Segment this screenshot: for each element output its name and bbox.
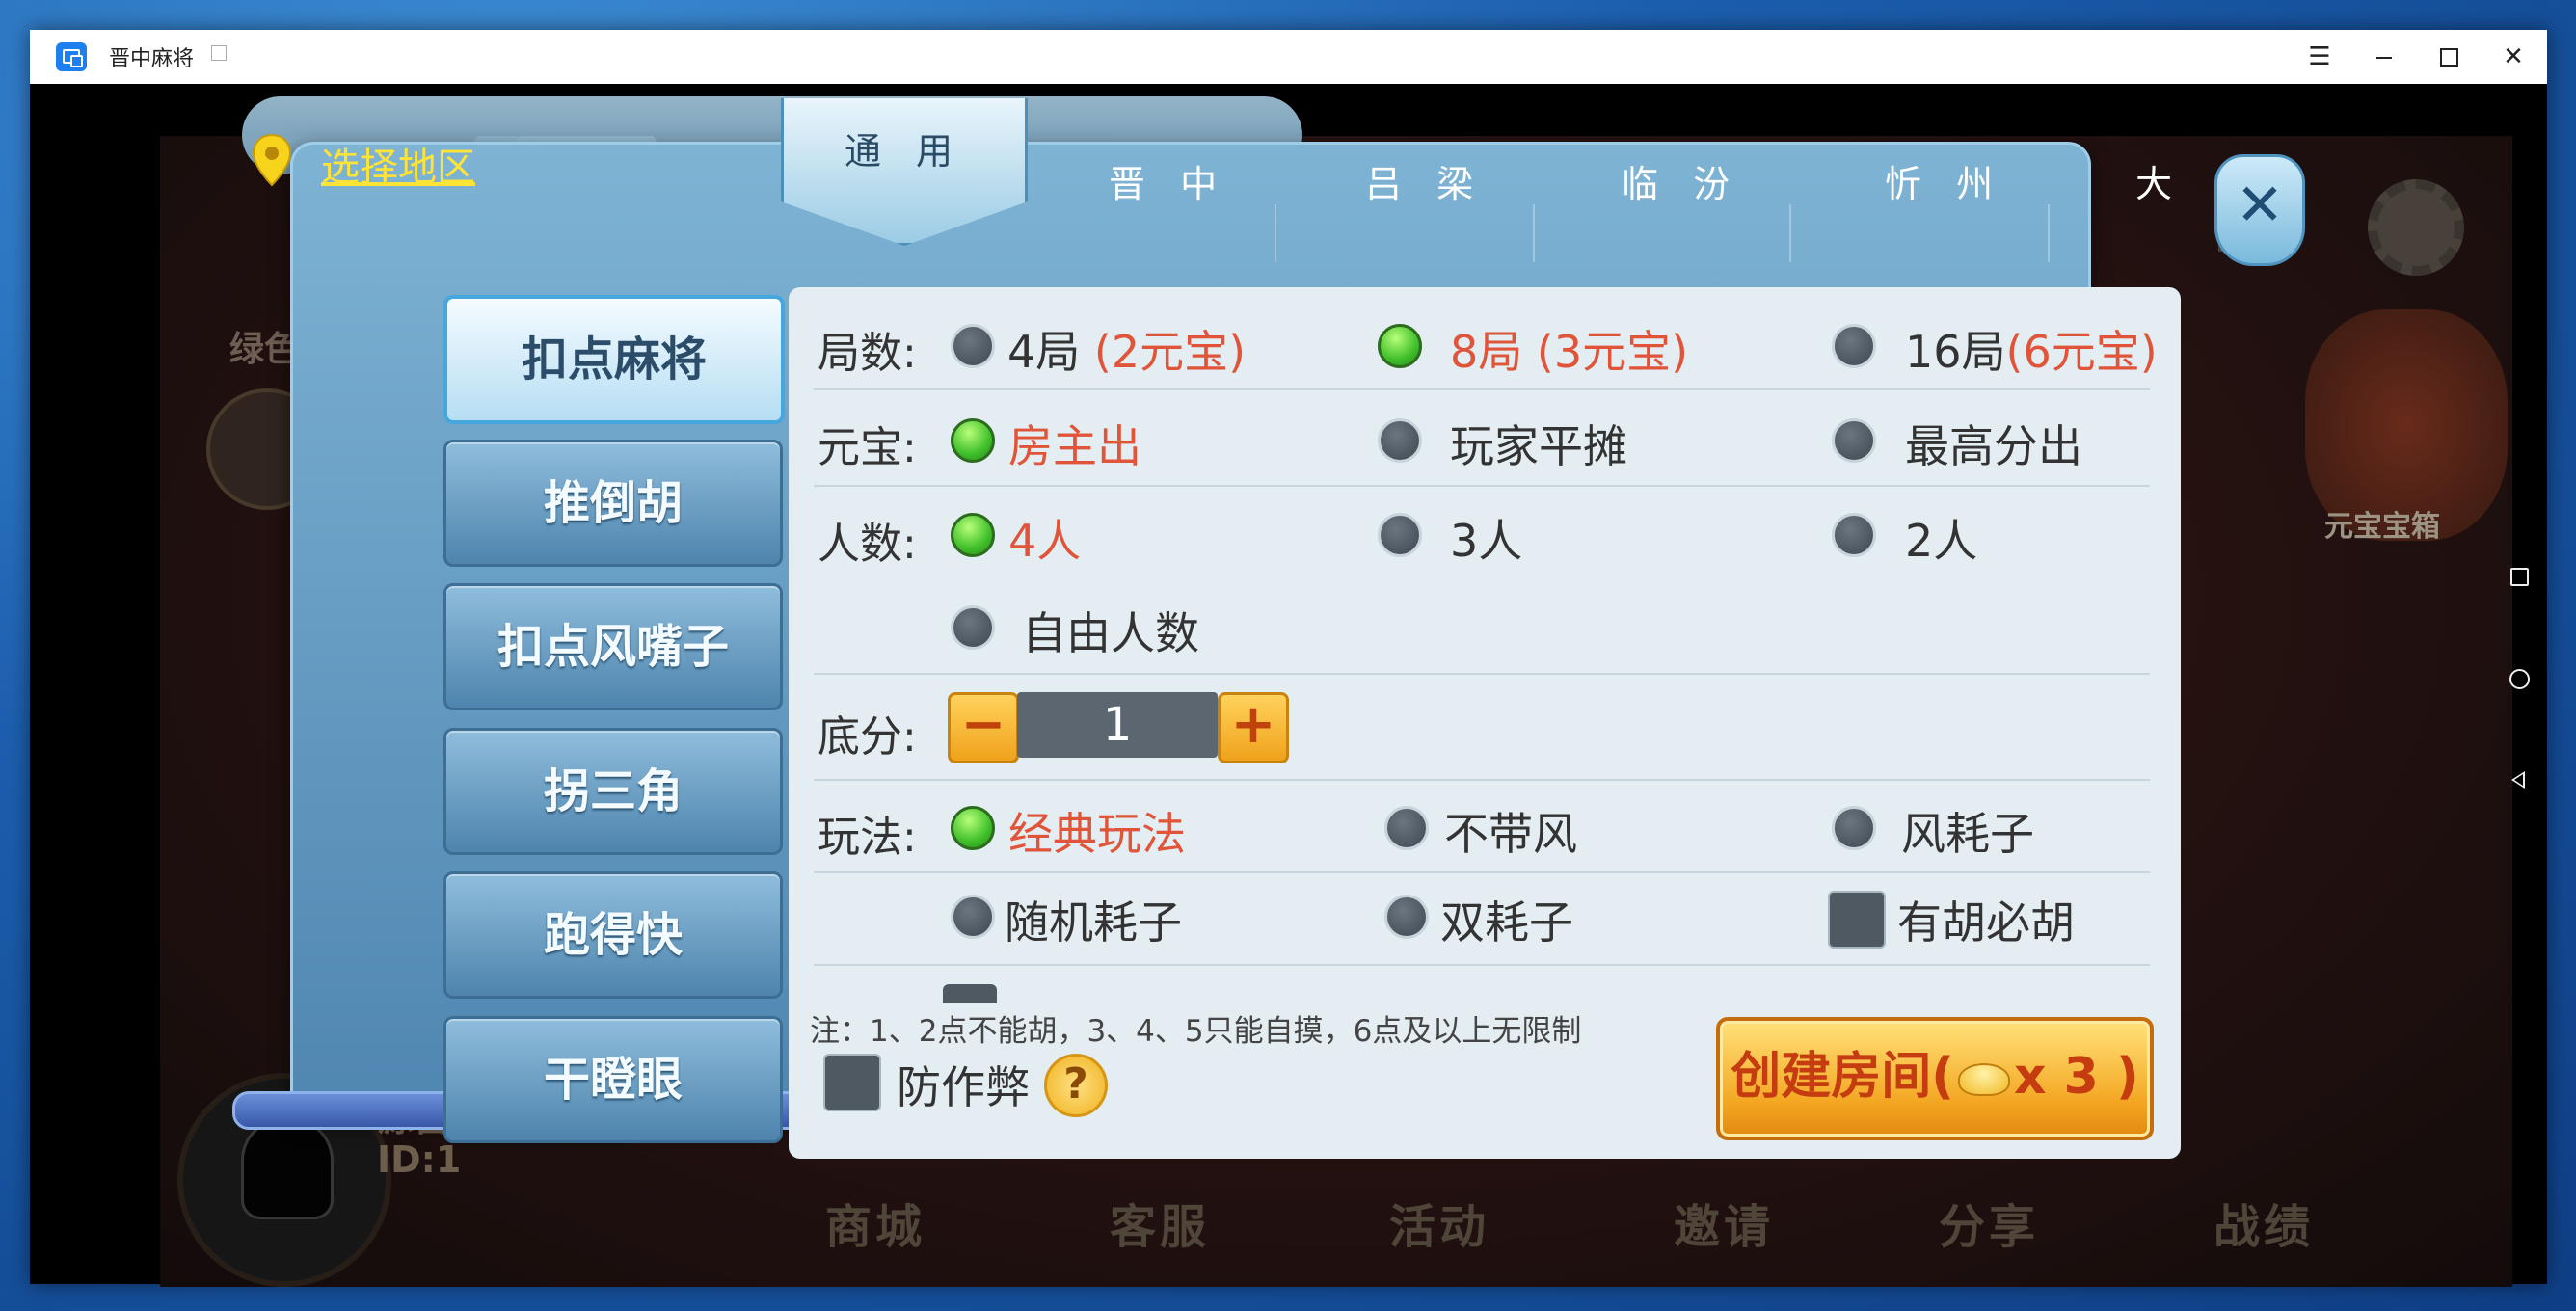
- rules-panel: 局数: 4局 (2元宝) 8局 (3元宝) 16局(6元宝) 元宝: 房主出 玩…: [789, 287, 2181, 1159]
- players-option-4[interactable]: 4人: [1008, 506, 1081, 570]
- players-option-free[interactable]: 自由人数: [1022, 599, 1199, 662]
- radio-rounds-8[interactable]: [1378, 324, 1422, 368]
- select-region-link[interactable]: 选择地区: [321, 136, 475, 192]
- maximize-icon: [2439, 48, 2458, 67]
- rules-option-must-win[interactable]: 有胡必胡: [1897, 888, 2075, 951]
- row-divider: [814, 779, 2150, 781]
- radio-rules-double-joker[interactable]: [1384, 895, 1429, 939]
- app-icon: [56, 42, 87, 71]
- window-close-button[interactable]: ✕: [2492, 36, 2535, 78]
- radio-rules-no-wind[interactable]: [1384, 806, 1429, 850]
- recent-apps-icon[interactable]: [2503, 560, 2534, 591]
- rounds-label: 局数:: [818, 329, 917, 378]
- help-icon[interactable]: ?: [1044, 1054, 1108, 1117]
- game-guaisanjiao[interactable]: 拐三角: [443, 728, 783, 855]
- rules-note: 注：1、2点不能胡，3、4、5只能自摸，6点及以上无限制: [810, 1014, 1582, 1049]
- rules-option-double-joker[interactable]: 双耗子: [1440, 888, 1573, 951]
- game-paodekuai[interactable]: 跑得快: [443, 871, 783, 999]
- checkbox-must-win[interactable]: [1828, 891, 1886, 949]
- dialog-close-button[interactable]: ✕: [2214, 154, 2305, 266]
- game-tuidaohu[interactable]: 推倒胡: [443, 440, 783, 567]
- row-divider: [814, 871, 2150, 873]
- radio-payment-split[interactable]: [1378, 418, 1422, 463]
- tab-general-label: 通 用: [844, 130, 965, 173]
- radio-players-3[interactable]: [1378, 513, 1422, 557]
- tab-lvliang[interactable]: 吕 梁: [1365, 154, 1485, 207]
- radio-rules-classic[interactable]: [951, 806, 995, 850]
- maximize-button[interactable]: [2428, 36, 2470, 78]
- scrolled-options-row: [943, 984, 1328, 1003]
- rounds-option-16[interactable]: 16局(6元宝): [1905, 317, 2158, 381]
- tab-divider: [2048, 204, 2050, 262]
- game-gandengyan[interactable]: 干瞪眼: [443, 1016, 783, 1143]
- payment-option-highest[interactable]: 最高分出: [1905, 412, 2082, 475]
- rounds-option-4[interactable]: 4局 (2元宝): [1007, 317, 1246, 381]
- payment-label: 元宝:: [818, 423, 917, 472]
- payment-option-host[interactable]: 房主出: [1008, 412, 1141, 475]
- anti-cheat-checkbox[interactable]: [823, 1054, 881, 1111]
- tab-divider: [1275, 204, 1276, 262]
- radio-payment-host[interactable]: [951, 418, 995, 463]
- base-score-label: 底分:: [818, 712, 917, 762]
- back-icon[interactable]: [2503, 764, 2534, 795]
- anti-cheat-label: 防作弊: [897, 1061, 1030, 1113]
- home-icon[interactable]: [2503, 662, 2534, 693]
- tab-divider: [1789, 204, 1791, 262]
- payment-option-split[interactable]: 玩家平摊: [1450, 412, 1627, 475]
- rules-option-no-wind[interactable]: 不带风: [1444, 799, 1577, 863]
- row-divider: [814, 673, 2150, 675]
- radio-rounds-4[interactable]: [951, 324, 995, 368]
- tab-linfen[interactable]: 临 汾: [1622, 154, 1741, 207]
- base-score-increment-button[interactable]: +: [1218, 692, 1289, 763]
- tab-datong[interactable]: 大: [2135, 154, 2184, 207]
- base-score-value: 1: [1017, 692, 1218, 758]
- players-option-2[interactable]: 2人: [1905, 506, 1977, 570]
- radio-rules-wind-joker[interactable]: [1832, 806, 1876, 850]
- radio-rules-random-joker[interactable]: [951, 895, 995, 939]
- window-title: 晋中麻将: [109, 47, 195, 71]
- tab-divider: [1533, 204, 1535, 262]
- radio-payment-highest[interactable]: [1832, 418, 1876, 463]
- rules-option-classic[interactable]: 经典玩法: [1008, 799, 1186, 863]
- rules-option-random-joker[interactable]: 随机耗子: [1005, 888, 1182, 951]
- players-option-3[interactable]: 3人: [1450, 506, 1522, 570]
- rules-option-wind-joker[interactable]: 风耗子: [1901, 799, 2034, 863]
- game-koudian-fengzuizi[interactable]: 扣点风嘴子: [443, 583, 783, 710]
- radio-players-2[interactable]: [1832, 513, 1876, 557]
- menu-icon[interactable]: ☰: [2298, 36, 2341, 78]
- radio-players-free[interactable]: [951, 605, 995, 650]
- create-room-button[interactable]: 创建房间(x 3 ): [1716, 1017, 2154, 1140]
- popout-icon[interactable]: [211, 45, 227, 61]
- row-divider: [814, 485, 2150, 487]
- rules-label: 玩法:: [818, 813, 917, 862]
- row-divider: [814, 388, 2150, 390]
- minimize-button[interactable]: [2363, 36, 2405, 78]
- tab-jinzhong[interactable]: 晋 中: [1109, 154, 1228, 207]
- minimize-icon: [2376, 56, 2392, 59]
- ingot-icon: [1958, 1063, 2011, 1096]
- radio-players-4[interactable]: [951, 513, 995, 557]
- players-label: 人数:: [818, 520, 917, 569]
- radio-rounds-16[interactable]: [1832, 324, 1876, 368]
- rounds-option-8[interactable]: 8局 (3元宝): [1450, 317, 1688, 381]
- row-divider: [814, 964, 2150, 966]
- location-pin-icon[interactable]: [251, 133, 293, 189]
- game-koudian-majiang[interactable]: 扣点麻将: [443, 295, 785, 424]
- base-score-decrement-button[interactable]: −: [948, 692, 1019, 763]
- tab-xinzhou[interactable]: 忻 州: [1885, 154, 2004, 207]
